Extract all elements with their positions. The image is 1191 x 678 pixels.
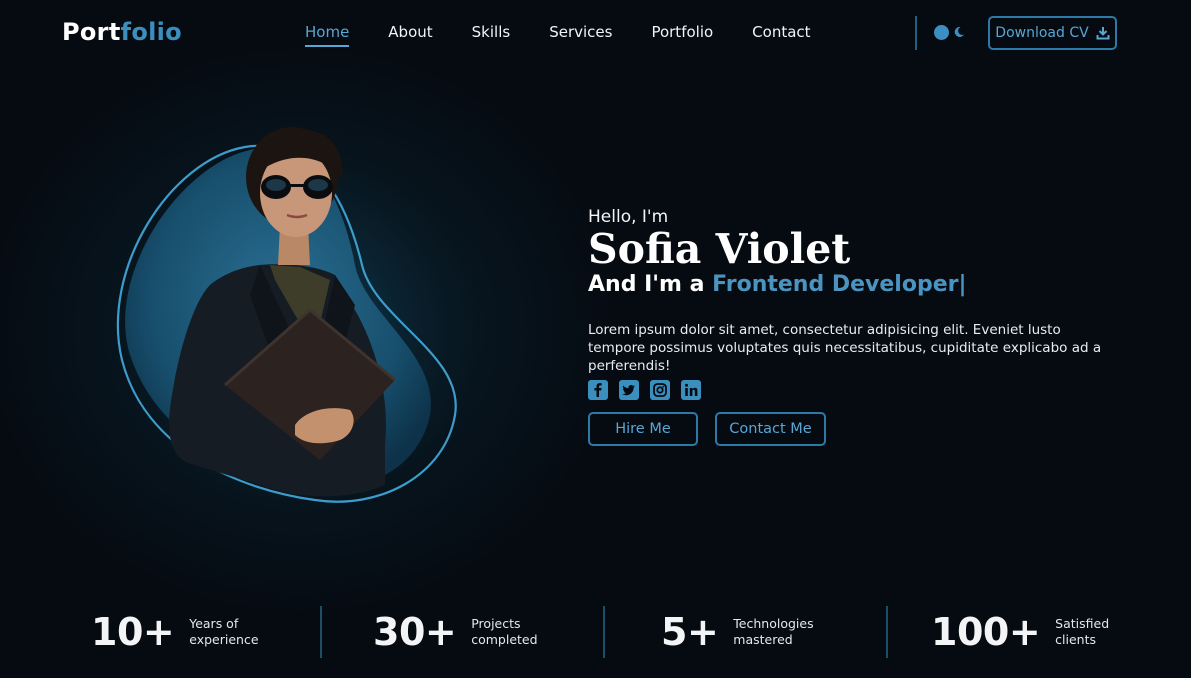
stat-label: Years of experience bbox=[189, 616, 289, 648]
stat-label-line-2: mastered bbox=[733, 632, 793, 647]
stat-divider bbox=[320, 606, 322, 658]
social-links bbox=[588, 380, 701, 400]
nav-item-contact[interactable]: Contact bbox=[752, 23, 810, 47]
logo-part-1: Port bbox=[62, 18, 121, 46]
stat-value: 30+ bbox=[373, 610, 457, 654]
stat-technologies: 5+ Technologies mastered bbox=[661, 600, 833, 664]
stat-divider bbox=[603, 606, 605, 658]
stat-value: 10+ bbox=[91, 610, 175, 654]
stat-divider bbox=[886, 606, 888, 658]
facebook-icon[interactable] bbox=[588, 380, 608, 400]
nav-item-skills[interactable]: Skills bbox=[472, 23, 511, 47]
hire-me-button[interactable]: Hire Me bbox=[588, 412, 698, 446]
download-icon bbox=[1096, 27, 1110, 40]
hero-role: Frontend Developer bbox=[712, 272, 959, 297]
stat-label-line-1: Projects bbox=[471, 616, 521, 631]
stat-label-line-2: experience bbox=[189, 632, 259, 647]
download-cv-label: Download CV bbox=[995, 25, 1089, 41]
main-nav: Home About Skills Services Portfolio Con… bbox=[305, 23, 850, 47]
theme-toggle[interactable] bbox=[934, 25, 968, 41]
hero-role-line: And I'm a Frontend Developer| bbox=[588, 272, 967, 297]
stat-label: Projects completed bbox=[471, 616, 571, 648]
nav-item-about[interactable]: About bbox=[388, 23, 432, 47]
stat-label: Technologies mastered bbox=[733, 616, 833, 648]
site-header: Portfolio Home About Skills Services Por… bbox=[0, 0, 1191, 66]
typing-cursor: | bbox=[958, 272, 967, 297]
stat-years: 10+ Years of experience bbox=[91, 600, 289, 664]
stats-bar: 10+ Years of experience 30+ Projects compl… bbox=[0, 600, 1191, 664]
stat-label-line-1: Technologies bbox=[733, 616, 814, 631]
stat-label-line-1: Years of bbox=[189, 616, 239, 631]
twitter-icon[interactable] bbox=[619, 380, 639, 400]
hero-name: Sofia Violet bbox=[588, 225, 851, 273]
stat-label-line-2: completed bbox=[471, 632, 538, 647]
portfolio-page: Portfolio Home About Skills Services Por… bbox=[0, 0, 1191, 678]
hero-buttons: Hire Me Contact Me bbox=[588, 412, 826, 446]
stat-label-line-2: clients bbox=[1055, 632, 1097, 647]
download-cv-button[interactable]: Download CV bbox=[988, 16, 1117, 50]
stat-clients: 100+ Satisfied clients bbox=[931, 600, 1155, 664]
hero-role-prefix: And I'm a bbox=[588, 272, 713, 297]
contact-me-button[interactable]: Contact Me bbox=[715, 412, 826, 446]
header-divider bbox=[915, 16, 917, 50]
stat-label: Satisfied clients bbox=[1055, 616, 1155, 648]
stat-value: 5+ bbox=[661, 610, 719, 654]
logo[interactable]: Portfolio bbox=[62, 18, 182, 46]
nav-item-portfolio[interactable]: Portfolio bbox=[651, 23, 713, 47]
moon-icon bbox=[954, 26, 964, 37]
stat-value: 100+ bbox=[931, 610, 1041, 654]
logo-part-2: folio bbox=[120, 18, 182, 46]
hero-greeting: Hello, I'm bbox=[588, 207, 669, 227]
nav-item-home[interactable]: Home bbox=[305, 23, 350, 47]
stat-label-line-1: Satisfied bbox=[1055, 616, 1110, 631]
stat-projects: 30+ Projects completed bbox=[373, 600, 571, 664]
hero-portrait-image bbox=[100, 115, 480, 525]
hero-description: Lorem ipsum dolor sit amet, consectetur … bbox=[588, 322, 1102, 374]
toggle-knob bbox=[934, 25, 949, 40]
instagram-icon[interactable] bbox=[650, 380, 670, 400]
linkedin-icon[interactable] bbox=[681, 380, 701, 400]
nav-item-services[interactable]: Services bbox=[549, 23, 612, 47]
